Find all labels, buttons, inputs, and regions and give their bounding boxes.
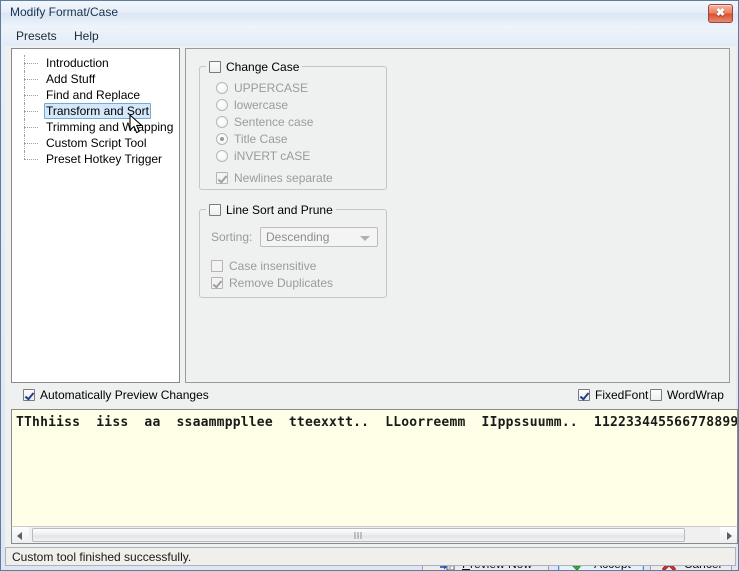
remove-duplicates-row[interactable]: Remove Duplicates xyxy=(211,276,333,290)
radio-lowercase[interactable]: lowercase xyxy=(216,98,288,112)
tree-item-custom-script-tool[interactable]: Custom Script Tool xyxy=(12,135,179,151)
preview-horizontal-scrollbar[interactable] xyxy=(11,526,738,544)
radio-title-case-indicator[interactable] xyxy=(216,133,228,145)
tree-connector xyxy=(24,79,38,80)
auto-preview-row[interactable]: Automatically Preview Changes xyxy=(23,388,209,402)
radio-title-case-label: Title Case xyxy=(234,132,288,146)
newlines-separate-row[interactable]: Newlines separate xyxy=(216,171,333,185)
tree-item-label: Add Stuff xyxy=(46,72,96,86)
radio-sentence-case-label: Sentence case xyxy=(234,115,314,129)
radio-lowercase-label: lowercase xyxy=(234,98,289,112)
fixed-font-label: FixedFont xyxy=(595,388,649,402)
change-case-title: Change Case xyxy=(226,59,300,74)
navigation-tree[interactable]: Introduction Add Stuff Find and Replace … xyxy=(11,48,180,383)
close-icon: ✖ xyxy=(715,7,726,19)
preview-text-content: TThhiiss iiss aa ssaammppllee tteexxtt..… xyxy=(16,415,738,430)
menu-item-presets[interactable]: Presets xyxy=(10,28,63,44)
radio-lowercase-indicator[interactable] xyxy=(216,99,228,111)
status-message: Custom tool finished successfully. xyxy=(12,550,192,564)
tree-connector xyxy=(24,63,38,64)
tree-item-find-and-replace[interactable]: Find and Replace xyxy=(12,87,179,103)
newlines-separate-label: Newlines separate xyxy=(234,171,333,185)
radio-invert-case-indicator[interactable] xyxy=(216,150,228,162)
tree-connector xyxy=(24,111,38,112)
line-sort-group: Line Sort and Prune Sorting: Descending … xyxy=(199,202,387,298)
menu-item-help[interactable]: Help xyxy=(68,28,105,44)
application-window: Modify Format/Case ✖ Presets Help Introd… xyxy=(0,0,739,571)
tree-item-label: Introduction xyxy=(46,56,109,70)
tree-item-label: Find and Replace xyxy=(46,88,141,102)
line-sort-title: Line Sort and Prune xyxy=(226,202,333,217)
menu-bar: Presets Help xyxy=(2,25,738,46)
remove-duplicates-checkbox[interactable] xyxy=(211,277,223,289)
change-case-header: Change Case xyxy=(206,59,303,74)
sorting-select[interactable]: Descending xyxy=(260,227,378,247)
tree-item-label: Custom Script Tool xyxy=(46,136,147,150)
tree-item-add-stuff[interactable]: Add Stuff xyxy=(12,71,179,87)
radio-title-case[interactable]: Title Case xyxy=(216,132,288,146)
sorting-select-value: Descending xyxy=(266,230,330,244)
fixed-font-checkbox[interactable] xyxy=(578,389,590,401)
tree-connector xyxy=(24,127,38,128)
preview-text-area[interactable]: TThhiiss iiss aa ssaammppllee tteexxtt..… xyxy=(11,409,738,526)
tree-item-label: Preset Hotkey Trigger xyxy=(46,152,163,166)
chevron-down-icon[interactable] xyxy=(360,236,370,241)
scrollbar-thumb[interactable] xyxy=(32,528,685,542)
scroll-right-arrow-icon[interactable] xyxy=(720,527,737,543)
options-panel: Change Case UPPERCASE lowercase Sentence… xyxy=(185,48,730,383)
radio-invert-case[interactable]: iNVERT cASE xyxy=(216,149,310,163)
tree-item-label: Trimming and Wrapping xyxy=(46,120,174,134)
auto-preview-label: Automatically Preview Changes xyxy=(40,388,209,402)
radio-sentence-case-indicator[interactable] xyxy=(216,116,228,128)
status-bar: Custom tool finished successfully. xyxy=(5,547,736,566)
tree-connector xyxy=(24,159,38,160)
tree-item-introduction[interactable]: Introduction xyxy=(12,55,179,71)
tree-connector xyxy=(24,143,38,144)
line-sort-checkbox[interactable] xyxy=(209,203,221,216)
word-wrap-checkbox[interactable] xyxy=(650,389,662,401)
tree-connector xyxy=(24,95,38,96)
close-button[interactable]: ✖ xyxy=(708,4,733,23)
sorting-label: Sorting: xyxy=(211,230,253,244)
radio-uppercase-label: UPPERCASE xyxy=(234,81,309,95)
radio-uppercase[interactable]: UPPERCASE xyxy=(216,81,308,95)
remove-duplicates-label: Remove Duplicates xyxy=(229,276,334,290)
client-area: Introduction Add Stuff Find and Replace … xyxy=(5,46,738,570)
auto-preview-checkbox[interactable] xyxy=(23,389,35,401)
case-insensitive-label: Case insensitive xyxy=(229,259,317,273)
case-insensitive-checkbox[interactable] xyxy=(211,260,223,272)
newlines-separate-checkbox[interactable] xyxy=(216,172,228,184)
line-sort-header: Line Sort and Prune xyxy=(206,202,336,217)
tree-line xyxy=(24,151,25,159)
radio-sentence-case[interactable]: Sentence case xyxy=(216,115,313,129)
tree-item-label: Transform and Sort xyxy=(44,103,151,119)
tree-item-transform-and-sort[interactable]: Transform and Sort xyxy=(12,103,179,119)
preview-options-row: Automatically Preview Changes FixedFont … xyxy=(5,388,736,406)
case-insensitive-row[interactable]: Case insensitive xyxy=(211,259,316,273)
change-case-group: Change Case UPPERCASE lowercase Sentence… xyxy=(199,59,387,190)
tree-item-trimming-and-wrapping[interactable]: Trimming and Wrapping xyxy=(12,119,179,135)
fixed-font-row[interactable]: FixedFont xyxy=(578,388,648,402)
scrollbar-grip-icon xyxy=(354,532,363,539)
change-case-checkbox[interactable] xyxy=(209,60,221,73)
word-wrap-label: WordWrap xyxy=(667,388,724,402)
title-bar: Modify Format/Case ✖ xyxy=(1,1,738,25)
radio-invert-case-label: iNVERT cASE xyxy=(234,149,311,163)
radio-uppercase-indicator[interactable] xyxy=(216,82,228,94)
sorting-label-row: Sorting: xyxy=(211,230,252,244)
tree-item-preset-hotkey-trigger[interactable]: Preset Hotkey Trigger xyxy=(12,151,179,167)
word-wrap-row[interactable]: WordWrap xyxy=(650,388,724,402)
window-title: Modify Format/Case xyxy=(10,5,119,19)
scroll-left-arrow-icon[interactable] xyxy=(12,527,29,543)
